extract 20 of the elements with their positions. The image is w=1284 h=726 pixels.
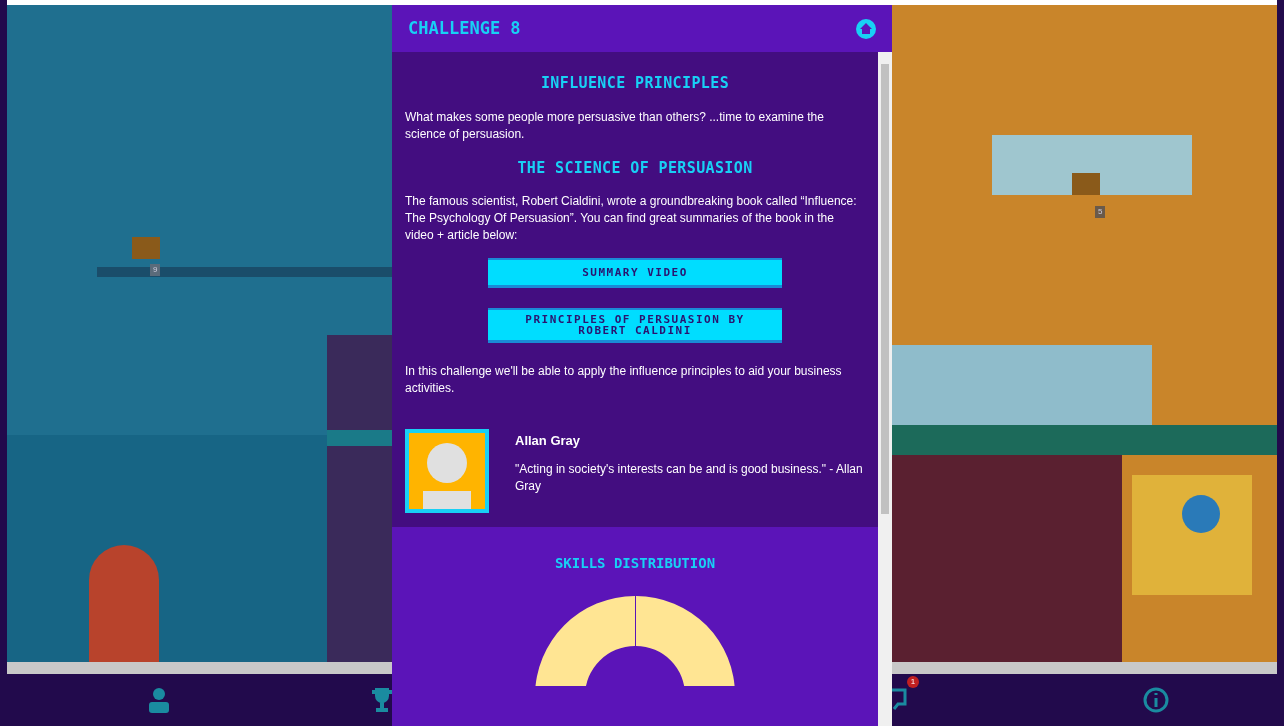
body-text: The famous scientist, Robert Cialdini, wrote a groundbreaking book called “Influence: The Psychology Of Persuasion”. You can find great summaries of the book in the video + article below:	[405, 193, 858, 244]
link-button[interactable]: SUMMARY VIDEO	[488, 258, 782, 288]
trophy-icon[interactable]	[370, 687, 394, 713]
section-heading: INFLUENCE PRINCIPLES	[539, 73, 731, 94]
section-heading: SKILLS DISTRIBUTION	[554, 554, 716, 573]
map-marker-label: 5	[1095, 206, 1106, 218]
section-heading: THE SCIENCE OF PERSUASION	[516, 157, 754, 179]
horizontal-scrollbar[interactable]	[7, 662, 392, 674]
user-icon[interactable]	[147, 687, 171, 713]
horizontal-scrollbar[interactable]	[892, 662, 1277, 674]
home-icon[interactable]	[856, 18, 876, 39]
info-icon[interactable]	[1142, 686, 1170, 714]
mentor-name: Allan Gray	[515, 432, 582, 450]
map-marker-label: 9	[150, 264, 161, 276]
mentor-quote: "Acting in society's interests can be and is good business." - Allan Gray	[515, 460, 864, 495]
link-button[interactable]: PRINCIPLES OF PERSUASION BY ROBERT CALDINI	[488, 308, 782, 343]
body-text: What makes some people more persuasive than others? ...time to examine the science of persuasion.	[405, 108, 825, 143]
modal-title: CHALLENGE 8	[408, 16, 521, 40]
body-text: In this challenge we'll be able to apply the influence principles to aid your business activities.	[405, 363, 843, 397]
notification-badge: 1	[907, 676, 919, 688]
